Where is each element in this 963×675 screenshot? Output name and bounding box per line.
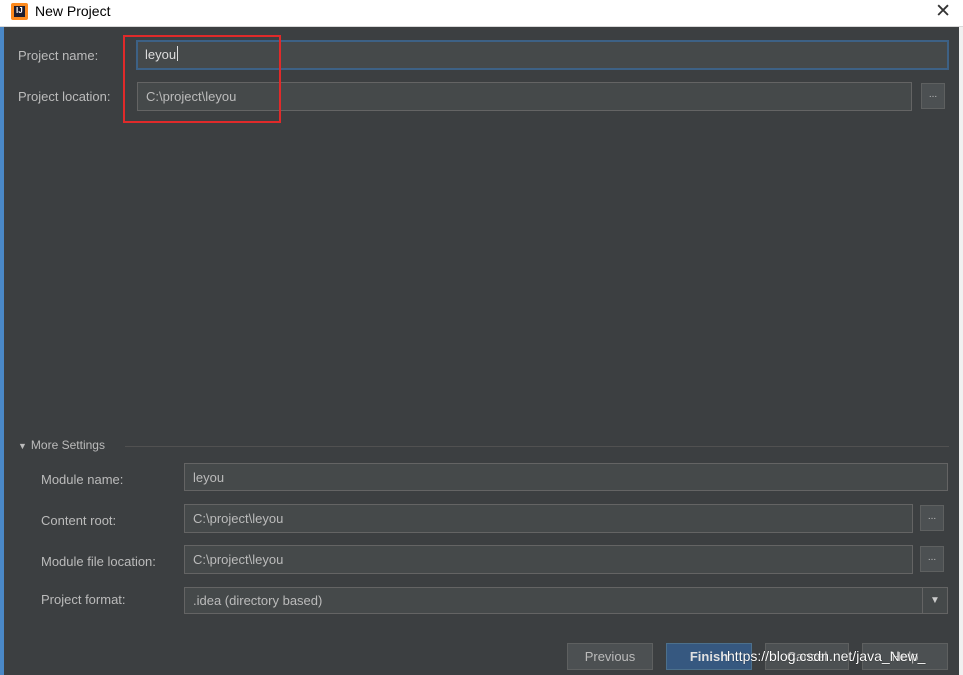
expand-triangle-icon: ▼ [18, 441, 27, 451]
more-settings-toggle[interactable]: ▼ More Settings [18, 438, 105, 452]
project-location-label: Project location: [18, 89, 111, 104]
text-caret [177, 46, 179, 61]
module-file-location-label: Module file location: [41, 554, 156, 569]
content-root-label: Content root: [41, 513, 117, 528]
module-file-location-input[interactable]: C:\project\leyou [184, 545, 913, 574]
watermark-url: https://blog.csdn.net/java_New_ [727, 648, 926, 664]
section-divider [125, 446, 949, 447]
project-format-label: Project format: [41, 592, 126, 607]
dialog-content [4, 27, 959, 675]
module-name-input[interactable]: leyou [184, 463, 948, 491]
previous-button[interactable]: Previous [567, 643, 653, 670]
intellij-idea-icon: IJ [11, 3, 28, 20]
more-settings-label: More Settings [30, 438, 105, 452]
content-root-input[interactable]: C:\project\leyou [184, 504, 913, 533]
title-bar: IJ New Project ✕ [0, 0, 963, 27]
project-name-value: leyou [145, 47, 177, 62]
project-format-selected: .idea (directory based) [193, 593, 323, 608]
window-title: New Project [35, 3, 111, 19]
project-location-browse-button[interactable]: ... [921, 83, 945, 109]
new-project-dialog: IJ New Project ✕ Project name: leyou Pro… [0, 0, 963, 675]
dropdown-arrow-icon: ▼ [922, 588, 947, 613]
module-file-location-browse-button[interactable]: ... [920, 546, 944, 572]
window-border-right [959, 27, 963, 675]
content-root-browse-button[interactable]: ... [920, 505, 944, 531]
module-name-label: Module name: [41, 472, 124, 487]
project-location-input[interactable]: C:\project\leyou [137, 82, 912, 111]
close-icon[interactable]: ✕ [935, 1, 951, 23]
project-name-input[interactable]: leyou [136, 40, 949, 70]
project-format-dropdown[interactable]: .idea (directory based) ▼ [184, 587, 948, 614]
project-name-label: Project name: [18, 48, 99, 63]
